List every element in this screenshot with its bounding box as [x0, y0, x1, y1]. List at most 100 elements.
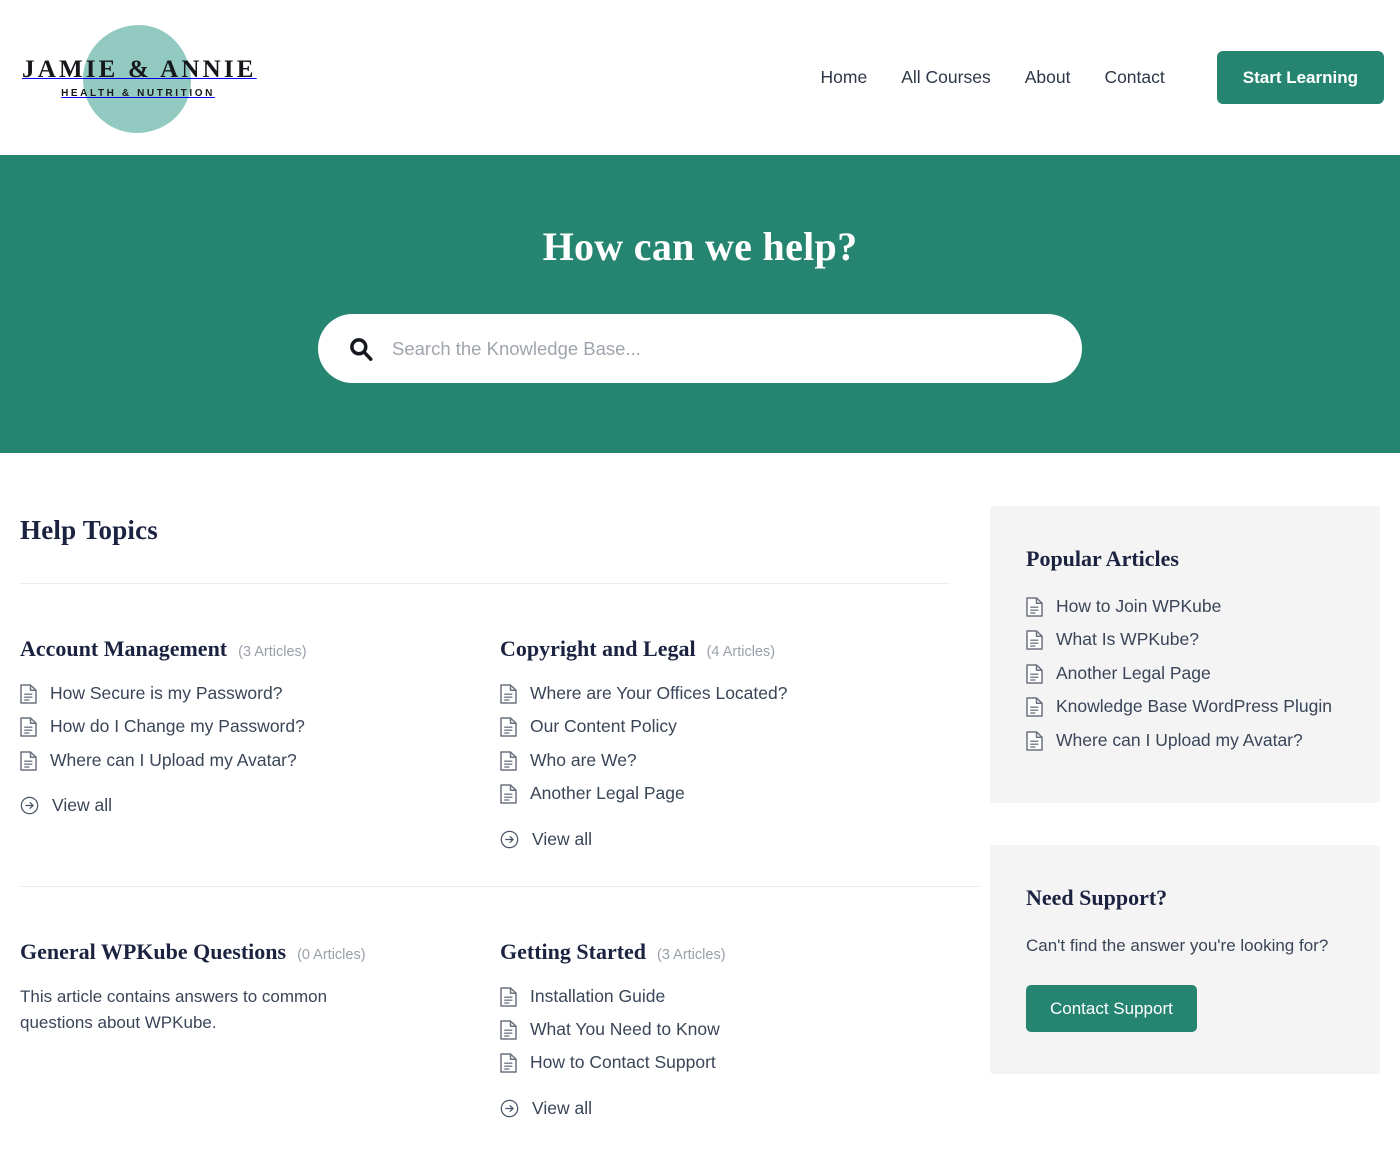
article-list: How Secure is my Password? How do I Chan…: [20, 681, 460, 773]
article-link[interactable]: Who are We?: [530, 748, 637, 773]
list-item[interactable]: Where can I Upload my Avatar?: [1026, 728, 1344, 753]
popular-article-link[interactable]: What Is WPKube?: [1056, 627, 1199, 652]
help-topics-column: Help Topics Account Management (3 Articl…: [20, 453, 980, 1152]
topics-grid: Account Management (3 Articles) How Secu…: [20, 584, 980, 1152]
need-support-text: Can't find the answer you're looking for…: [1026, 935, 1329, 955]
view-all-label: View all: [532, 1097, 592, 1118]
list-item[interactable]: What Is WPKube?: [1026, 627, 1344, 652]
popular-articles-card: Popular Articles How to Join WPKube What…: [990, 506, 1380, 803]
knowledge-base-search-box[interactable]: [318, 314, 1082, 383]
topic-description: This article contains answers to common …: [20, 986, 328, 1032]
document-icon: [1026, 597, 1043, 617]
topic-card-general-wpkube-questions: General WPKube Questions (0 Articles) Th…: [20, 887, 500, 1152]
view-all-label: View all: [52, 795, 112, 816]
article-link[interactable]: Where are Your Offices Located?: [530, 681, 787, 706]
nav-item-all-courses[interactable]: All Courses: [901, 67, 990, 88]
nav-item-contact[interactable]: Contact: [1104, 67, 1164, 88]
list-item[interactable]: Knowledge Base WordPress Plugin: [1026, 694, 1344, 719]
popular-article-link[interactable]: How to Join WPKube: [1056, 594, 1221, 619]
list-item[interactable]: How Secure is my Password?: [20, 681, 460, 706]
site-logo[interactable]: JAMIE & ANNIE HEALTH & NUTRITION: [18, 13, 278, 143]
search-icon: [350, 337, 373, 361]
topic-title: General WPKube Questions: [20, 938, 287, 964]
topic-title: Account Management: [20, 636, 228, 661]
topic-article-count: (3 Articles): [238, 644, 307, 660]
document-icon: [1026, 697, 1043, 717]
article-link[interactable]: How do I Change my Password?: [50, 714, 305, 739]
page-content: Help Topics Account Management (3 Articl…: [0, 453, 1400, 1152]
list-item[interactable]: Where are Your Offices Located?: [500, 681, 940, 706]
list-item[interactable]: Where can I Upload my Avatar?: [20, 748, 460, 773]
view-all-label: View all: [532, 828, 592, 849]
popular-articles-list: How to Join WPKube What Is WPKube? Anoth…: [1026, 594, 1344, 753]
document-icon: [20, 717, 37, 738]
logo-text-block: JAMIE & ANNIE HEALTH & NUTRITION: [22, 56, 254, 99]
document-icon: [500, 986, 517, 1007]
topic-header: Account Management (3 Articles): [20, 636, 460, 662]
need-support-card: Need Support? Can't find the answer you'…: [990, 844, 1380, 1075]
logo-primary-text: JAMIE & ANNIE: [22, 56, 257, 83]
hero-search-section: How can we help?: [0, 155, 1400, 453]
topic-card-getting-started: Getting Started (3 Articles) Installatio…: [500, 887, 980, 1152]
document-icon: [20, 751, 37, 771]
article-link[interactable]: Another Legal Page: [530, 781, 685, 806]
search-input[interactable]: [392, 337, 1052, 360]
popular-article-link[interactable]: Where can I Upload my Avatar?: [1056, 728, 1303, 753]
list-item[interactable]: What You Need to Know: [500, 1017, 940, 1042]
article-list: Installation Guide What You Need to Know: [500, 984, 940, 1076]
document-icon: [1026, 730, 1043, 751]
topic-article-count: (3 Articles): [657, 946, 726, 963]
document-icon: [500, 1053, 517, 1073]
article-link[interactable]: Installation Guide: [530, 984, 665, 1009]
document-icon: [1026, 664, 1043, 684]
list-item[interactable]: How do I Change my Password?: [20, 714, 460, 739]
topic-header: Copyright and Legal (4 Articles): [500, 636, 940, 662]
document-icon: [500, 717, 517, 738]
list-item[interactable]: How to Join WPKube: [1026, 594, 1344, 619]
topic-header: Getting Started (3 Articles): [500, 939, 940, 965]
list-item[interactable]: Installation Guide: [500, 984, 940, 1009]
article-link[interactable]: How to Contact Support: [530, 1050, 716, 1075]
article-link[interactable]: How Secure is my Password?: [50, 681, 282, 706]
view-all-link[interactable]: View all: [500, 1098, 940, 1119]
view-all-link[interactable]: View all: [20, 795, 460, 816]
arrow-circle-right-icon: [500, 830, 519, 848]
topic-article-count: (0 Articles): [297, 946, 366, 963]
list-item[interactable]: Who are We?: [500, 748, 940, 773]
start-learning-button[interactable]: Start Learning: [1216, 51, 1384, 104]
article-link[interactable]: What You Need to Know: [530, 1017, 720, 1042]
need-support-title: Need Support?: [1026, 884, 1168, 910]
list-item[interactable]: Another Legal Page: [1026, 661, 1344, 686]
topic-title: Copyright and Legal: [500, 636, 696, 661]
list-item[interactable]: How to Contact Support: [500, 1050, 940, 1075]
page-title: Help Topics: [20, 515, 159, 545]
document-icon: [500, 684, 517, 704]
document-icon: [500, 751, 517, 771]
sidebar: Popular Articles How to Join WPKube What…: [990, 453, 1380, 1152]
article-link[interactable]: Where can I Upload my Avatar?: [50, 748, 297, 773]
list-item[interactable]: Our Content Policy: [500, 714, 940, 739]
topic-card-copyright-and-legal: Copyright and Legal (4 Articles) Where a…: [500, 584, 980, 887]
popular-article-link[interactable]: Another Legal Page: [1056, 661, 1211, 686]
logo-secondary-text: HEALTH & NUTRITION: [61, 88, 215, 99]
article-list: Where are Your Offices Located? Our Cont…: [500, 681, 940, 807]
contact-support-button[interactable]: Contact Support: [1026, 985, 1197, 1033]
document-icon: [20, 684, 37, 704]
topic-header: General WPKube Questions (0 Articles): [20, 939, 460, 965]
popular-article-link[interactable]: Knowledge Base WordPress Plugin: [1056, 694, 1332, 719]
nav-item-about[interactable]: About: [1025, 67, 1071, 88]
hero-title: How can we help?: [542, 224, 858, 269]
popular-articles-title: Popular Articles: [1026, 546, 1179, 571]
document-icon: [1026, 630, 1043, 651]
document-icon: [500, 1020, 517, 1040]
nav-item-home[interactable]: Home: [821, 67, 868, 88]
view-all-link[interactable]: View all: [500, 829, 940, 850]
main-navigation: Home All Courses About Contact Start Lea…: [821, 51, 1384, 104]
list-item[interactable]: Another Legal Page: [500, 781, 940, 806]
topic-title: Getting Started: [500, 938, 647, 964]
arrow-circle-right-icon: [20, 796, 39, 815]
article-link[interactable]: Our Content Policy: [530, 714, 677, 739]
topic-article-count: (4 Articles): [706, 644, 776, 660]
arrow-circle-right-icon: [500, 1099, 519, 1117]
topic-card-account-management: Account Management (3 Articles) How Secu…: [20, 584, 500, 887]
